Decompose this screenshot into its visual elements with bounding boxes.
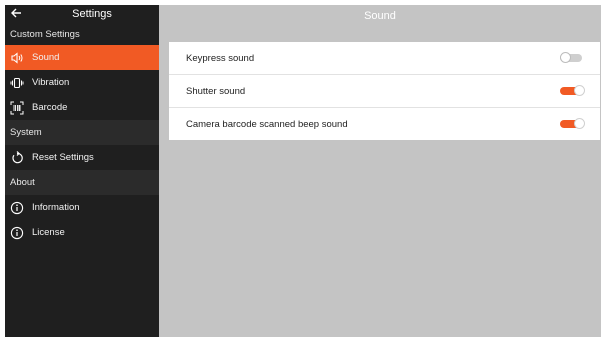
setting-label: Keypress sound (186, 52, 255, 64)
page-title: Sound (159, 5, 601, 26)
vibration-icon (10, 76, 24, 90)
keypress-sound-toggle[interactable] (560, 52, 586, 64)
toggle-knob (574, 85, 585, 96)
reset-icon (10, 150, 24, 165)
toggle-knob (574, 118, 585, 129)
setting-row-shutter-sound: Shutter sound (169, 75, 600, 108)
section-custom-settings: Custom Settings (5, 23, 159, 45)
barcode-beep-sound-toggle[interactable] (560, 118, 586, 130)
toggle-knob (560, 52, 571, 63)
sidebar-title: Settings (72, 8, 112, 20)
main-panel: Sound Keypress sound Shutter sound Camer… (159, 5, 601, 337)
setting-row-keypress-sound: Keypress sound (169, 42, 600, 75)
setting-row-barcode-beep-sound: Camera barcode scanned beep sound (169, 108, 600, 140)
sidebar-item-label: Reset Settings (32, 152, 94, 163)
shutter-sound-toggle[interactable] (560, 85, 586, 97)
sidebar-item-barcode[interactable]: Barcode (5, 95, 159, 120)
sidebar-header: Settings (5, 5, 159, 23)
sound-settings-list: Keypress sound Shutter sound Camera barc… (169, 42, 600, 140)
sidebar-item-reset-settings[interactable]: Reset Settings (5, 145, 159, 170)
sidebar-item-label: License (32, 227, 65, 238)
sidebar: Settings Custom Settings Sound Vibration… (5, 5, 159, 337)
back-arrow-icon[interactable] (9, 6, 23, 20)
section-system: System (5, 120, 159, 145)
sidebar-item-vibration[interactable]: Vibration (5, 70, 159, 95)
speaker-icon (10, 51, 24, 65)
info-icon (10, 226, 24, 240)
info-icon (10, 201, 24, 215)
barcode-icon (10, 101, 24, 115)
sidebar-item-sound[interactable]: Sound (5, 45, 159, 70)
setting-label: Shutter sound (186, 85, 246, 97)
app-window: Settings Custom Settings Sound Vibration… (5, 5, 601, 337)
section-about: About (5, 170, 159, 195)
sidebar-item-label: Information (32, 202, 80, 213)
sidebar-item-label: Vibration (32, 77, 70, 88)
sidebar-item-license[interactable]: License (5, 220, 159, 245)
sidebar-item-label: Sound (32, 52, 60, 63)
setting-label: Camera barcode scanned beep sound (186, 118, 348, 130)
sidebar-item-information[interactable]: Information (5, 195, 159, 220)
sidebar-item-label: Barcode (32, 102, 68, 113)
